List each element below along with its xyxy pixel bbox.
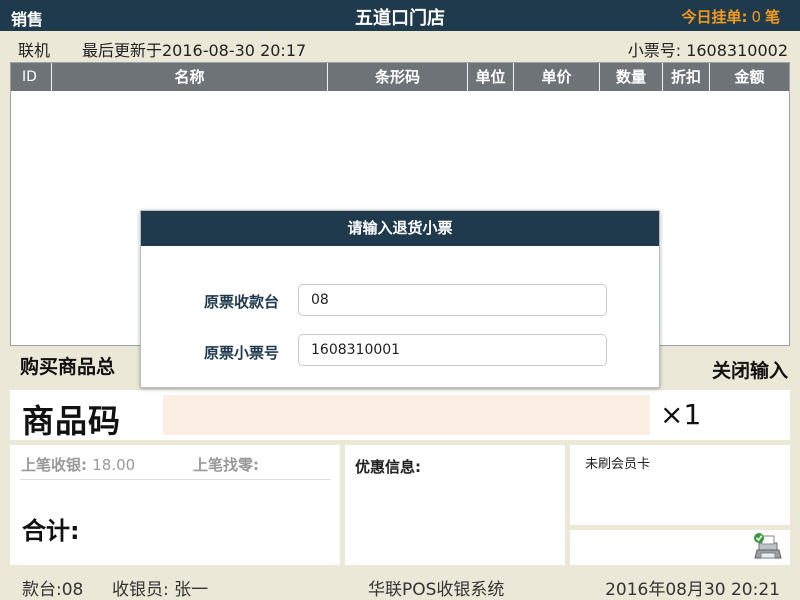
column-header-unit[interactable]: 单位 [468, 63, 514, 91]
last-received-value: 18.00 [92, 456, 136, 474]
pos-app: 销售 五道口门店 今日挂单: 0 笔 联机 最后更新于2016-08-30 20:1… [0, 0, 800, 600]
original-station-label: 原票收款台 [204, 293, 280, 311]
promotion-label: 优惠信息: [355, 458, 421, 476]
total-items-label: 购买商品总 [20, 356, 116, 378]
member-panel[interactable]: 未刷会员卡 [570, 445, 790, 525]
last-change-label: 上笔找零: [193, 456, 259, 474]
quantity-multiplier[interactable]: ×1 [660, 398, 701, 431]
store-title: 五道口门店 [355, 8, 445, 29]
status-line: 联机 最后更新于2016-08-30 20:17 小票号: 1608310002 [0, 31, 800, 61]
column-header-name[interactable]: 名称 [52, 63, 328, 91]
product-code-label: 商品码 [22, 402, 122, 440]
current-datetime: 2016年08月30 20:21 [605, 580, 780, 600]
hold-count: 0 [751, 8, 761, 26]
connection-status: 联机 [18, 41, 51, 60]
today-hold-orders[interactable]: 今日挂单: 0 笔 [681, 6, 780, 27]
return-receipt-dialog: 请输入退货小票 原票收款台 08 原票小票号 1608310001 [140, 210, 660, 388]
footer-bar: 款台:08 收银员: 张一 华联POS收银系统 2016年08月30 20:21 [0, 568, 800, 600]
last-change: 上笔找零: [193, 454, 259, 475]
printer-icon[interactable] [752, 532, 784, 562]
last-received-label: 上笔收银: [21, 456, 87, 474]
original-receipt-input[interactable]: 1608310001 [298, 334, 607, 366]
original-receipt-label: 原票小票号 [204, 344, 280, 362]
cashier-name: 收银员: 张一 [112, 580, 209, 600]
table-header: ID 名称 条形码 单位 单价 数量 折扣 金额 [11, 63, 789, 91]
close-input-button[interactable]: 关闭输入 [712, 356, 788, 383]
system-name: 华联POS收银系统 [368, 580, 505, 600]
receipt-number: 小票号: 1608310002 [627, 41, 788, 60]
column-header-barcode[interactable]: 条形码 [328, 63, 468, 91]
product-code-row: 商品码 ×1 [10, 390, 790, 440]
payment-panel: 上笔收银: 18.00 上笔找零: 合计: [10, 445, 340, 565]
promotion-panel: 优惠信息: [345, 445, 565, 565]
total-amount-label: 合计: [22, 517, 80, 545]
column-header-id[interactable]: ID [11, 63, 52, 91]
top-bar: 销售 五道口门店 今日挂单: 0 笔 [0, 0, 800, 31]
dialog-title: 请输入退货小票 [141, 211, 659, 246]
last-updated: 最后更新于2016-08-30 20:17 [82, 41, 307, 60]
last-received: 上笔收银: 18.00 [21, 454, 135, 475]
hold-label: 今日挂单: [681, 8, 748, 26]
column-header-quantity[interactable]: 数量 [600, 63, 663, 91]
hold-unit: 笔 [764, 8, 780, 26]
column-header-discount[interactable]: 折扣 [663, 63, 710, 91]
product-code-input[interactable] [163, 395, 650, 435]
column-header-amount[interactable]: 金额 [710, 63, 789, 91]
column-header-unit-price[interactable]: 单价 [514, 63, 600, 91]
original-station-input[interactable]: 08 [298, 284, 607, 316]
station-number: 款台:08 [22, 580, 84, 600]
divider [20, 479, 330, 480]
printer-panel [570, 530, 790, 565]
member-card-status: 未刷会员卡 [585, 457, 651, 472]
